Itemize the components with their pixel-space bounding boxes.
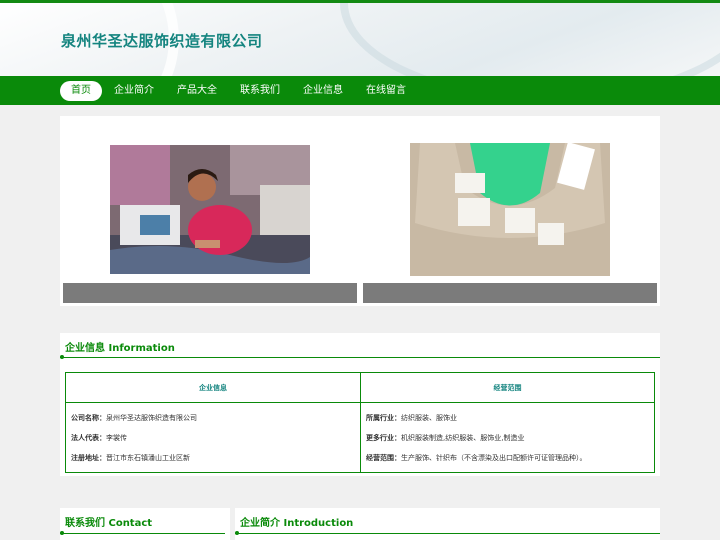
section-divider [60,355,660,359]
product-image-maternity-bra[interactable] [410,143,610,276]
column-header: 企业信息 [66,373,360,403]
column-header: 经营范围 [361,373,654,403]
section-heading: 企业信息 Information [65,343,175,354]
company-info-table: 企业信息 公司名称：泉州华圣达服饰织造有限公司 法人代表：李裳传 注册地址：晋江… [65,372,655,473]
info-row-industry: 所属行业：纺织服装、服饰业 [366,414,457,422]
info-row-legal-rep: 法人代表：李裳传 [71,434,127,442]
image-caption-bar [363,283,657,303]
product-gallery [60,116,660,306]
section-heading: 联系我们 Contact [65,518,153,529]
nav-item-home[interactable]: 首页 [60,80,102,101]
nav-item-about[interactable]: 企业简介 [103,81,165,101]
introduction-section: 企业简介 Introduction [235,508,660,540]
company-info-column: 企业信息 公司名称：泉州华圣达服饰织造有限公司 法人代表：李裳传 注册地址：晋江… [66,373,361,472]
site-title[interactable]: 泉州华圣达服饰织造有限公司 [61,30,263,51]
header-decoration [340,3,720,76]
contact-section: 联系我们 Contact [60,508,230,540]
business-scope-column: 经营范围 所属行业：纺织服装、服饰业 更多行业：机织服装制造,纺织服装、服饰业,… [361,373,654,472]
info-row-company-name: 公司名称：泉州华圣达服饰织造有限公司 [71,414,197,422]
product-image-sewing-worker[interactable] [110,145,310,274]
main-nav: 首页 企业简介 产品大全 联系我们 企业信息 在线留言 [0,76,720,105]
nav-item-contact[interactable]: 联系我们 [229,81,291,101]
site-header: 泉州华圣达服饰织造有限公司 [0,0,720,76]
section-divider [60,531,225,535]
nav-item-products[interactable]: 产品大全 [166,81,228,101]
info-row-address: 注册地址：晋江市东石镇潘山工业区新 [71,454,190,462]
company-info-section: 企业信息 Information 企业信息 公司名称：泉州华圣达服饰织造有限公司… [60,333,660,476]
info-row-business-scope: 经营范围：生产服饰、针织布（不含漂染及出口配额许可证管理品种）。 [366,454,587,462]
nav-item-company-info[interactable]: 企业信息 [292,81,354,101]
section-divider [235,531,660,535]
section-heading: 企业简介 Introduction [240,518,354,529]
nav-item-message[interactable]: 在线留言 [355,81,417,101]
image-caption-bar [63,283,357,303]
info-row-more-industries: 更多行业：机织服装制造,纺织服装、服饰业,制造业 [366,434,525,442]
